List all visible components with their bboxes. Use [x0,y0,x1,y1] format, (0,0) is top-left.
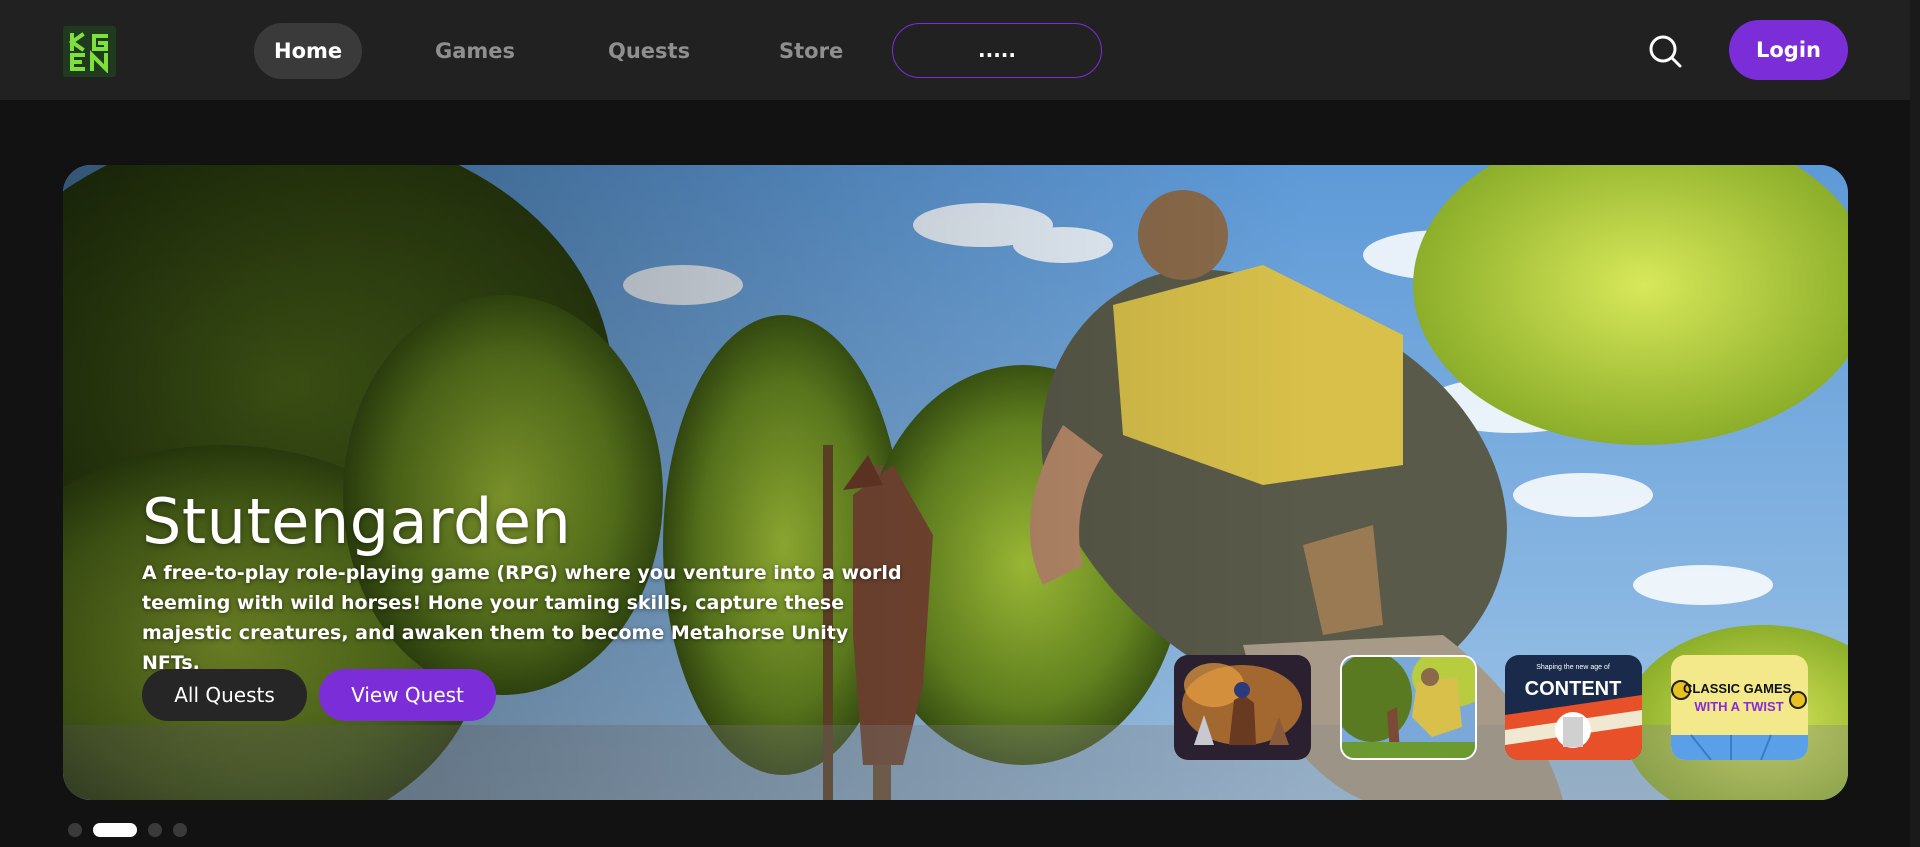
carousel-thumbnail-3[interactable]: Shaping the new age of CONTENT [1505,655,1642,760]
carousel-thumbnail-4[interactable]: CLASSIC GAMES, WITH A TWIST [1671,655,1808,760]
thumbnail-4-caption: CLASSIC GAMES, [1683,681,1795,696]
thumbnail-3-subtitle: Shaping the new age of [1536,664,1610,671]
hero-description: A free-to-play role-playing game (RPG) w… [142,562,902,674]
carousel-dot-1[interactable] [68,823,82,837]
scrollbar-track[interactable] [1910,0,1920,847]
search-icon[interactable] [1645,31,1685,71]
view-quest-button[interactable]: View Quest [319,669,496,721]
thumbnail-3-caption: CONTENT [1525,678,1622,700]
nav-store[interactable]: Store [759,23,863,79]
carousel-dot-2[interactable] [93,823,137,837]
thumbnail-4-caption-2: WITH A TWIST [1694,699,1783,714]
login-button[interactable]: Login [1729,20,1848,80]
top-navigation-bar: Home Games Quests Store ..... Login [0,0,1910,100]
hero-banner: Stutengarden A free-to-play role-playing… [63,165,1848,800]
carousel-dot-4[interactable] [173,823,187,837]
nav-home[interactable]: Home [254,23,363,79]
carousel-thumbnail-1[interactable] [1174,655,1311,760]
nav-pill-button[interactable]: ..... [892,23,1102,78]
nav-quests[interactable]: Quests [588,23,710,79]
carousel-dot-3[interactable] [148,823,162,837]
all-quests-button[interactable]: All Quests [142,669,307,721]
hero-title: Stutengarden [142,485,572,558]
kgen-logo[interactable] [63,26,116,77]
nav-games[interactable]: Games [415,23,535,79]
carousel-thumbnail-2[interactable] [1340,655,1477,760]
